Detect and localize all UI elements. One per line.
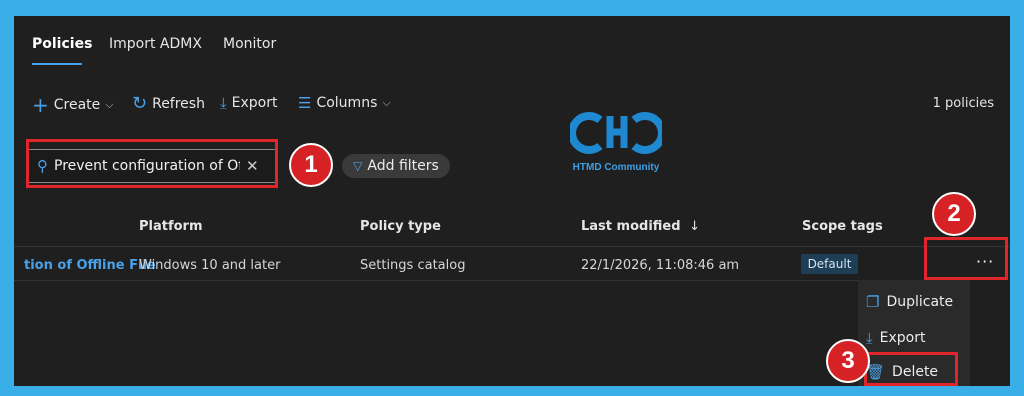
- htmd-community-logo: HTMD Community: [570, 112, 662, 173]
- tab-active-underline: [32, 63, 82, 65]
- sort-descending-icon: ↓: [689, 219, 700, 234]
- step-marker-1: 1: [289, 143, 333, 187]
- column-header-last-modified[interactable]: Last modified ↓: [581, 219, 700, 234]
- columns-icon: ☰: [298, 93, 312, 112]
- cell-last-modified: 22/1/2026, 11:08:46 am: [581, 258, 740, 273]
- highlight-more-actions: [924, 237, 1008, 280]
- chevron-down-icon: ⌵: [382, 96, 391, 109]
- highlight-delete: [864, 352, 958, 386]
- row-divider: [14, 280, 858, 281]
- refresh-icon: ↻: [132, 93, 148, 114]
- refresh-label: Refresh: [152, 96, 205, 112]
- export-button[interactable]: ⤓ Export: [220, 95, 277, 111]
- menu-item-export[interactable]: ⤓ Export: [858, 323, 970, 353]
- column-header-policy-type[interactable]: Policy type: [360, 219, 441, 234]
- export-label: Export: [231, 95, 278, 111]
- download-icon: ⤓: [866, 328, 873, 347]
- chevron-down-icon: ⌵: [105, 98, 114, 111]
- plus-icon: +: [32, 93, 49, 117]
- policies-count: 1 policies: [932, 96, 994, 111]
- create-button[interactable]: + Create ⌵: [32, 95, 114, 115]
- svg-text:HTMD Community: HTMD Community: [573, 162, 660, 173]
- step-marker-3: 3: [826, 339, 870, 383]
- refresh-button[interactable]: ↻ Refresh: [132, 95, 205, 113]
- cell-policy-type: Settings catalog: [360, 258, 466, 273]
- copy-icon: ❐: [866, 292, 880, 311]
- add-filters-button[interactable]: ▽ Add filters: [342, 154, 450, 178]
- menu-item-export-label: Export: [879, 330, 926, 346]
- columns-button[interactable]: ☰ Columns ⌵: [298, 95, 391, 111]
- columns-label: Columns: [316, 95, 378, 111]
- header-divider: [14, 246, 1010, 247]
- filter-icon: ▽: [353, 159, 363, 173]
- scope-tag-badge: Default: [801, 254, 858, 274]
- column-header-scope-tags[interactable]: Scope tags: [802, 219, 883, 234]
- policy-name-link[interactable]: tion of Offline File: [24, 258, 156, 273]
- highlight-search-box: [26, 139, 278, 188]
- step-marker-2: 2: [932, 192, 976, 236]
- column-header-last-modified-label: Last modified: [581, 219, 681, 234]
- tab-policies[interactable]: Policies: [32, 36, 92, 52]
- download-icon: ⤓: [220, 93, 227, 112]
- column-header-platform[interactable]: Platform: [139, 219, 203, 234]
- cell-platform: Windows 10 and later: [139, 258, 281, 273]
- policies-panel: Policies Import ADMX Monitor + Create ⌵ …: [14, 16, 1010, 386]
- menu-item-duplicate-label: Duplicate: [886, 294, 954, 310]
- create-label: Create: [53, 97, 101, 113]
- tab-import-admx[interactable]: Import ADMX: [109, 36, 202, 52]
- tab-monitor[interactable]: Monitor: [223, 36, 276, 52]
- add-filters-label: Add filters: [367, 158, 439, 174]
- menu-item-duplicate[interactable]: ❐ Duplicate: [858, 287, 970, 317]
